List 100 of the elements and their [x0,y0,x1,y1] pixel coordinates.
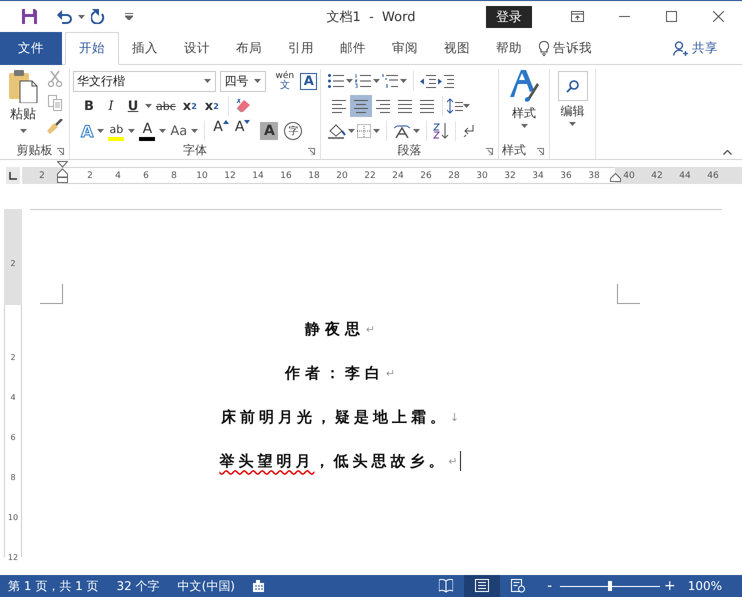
lightbulb-icon[interactable] [539,40,549,56]
zoom-out-button[interactable]: - [544,578,556,594]
numbering-icon[interactable] [355,74,371,88]
font-name-dropdown[interactable]: 华文行楷 [73,70,216,92]
caret-icon[interactable] [204,79,212,83]
enclose-characters-button[interactable]: 字 [284,122,302,140]
ruler-number: 44 [678,170,692,180]
font-size-dropdown[interactable]: 四号 [220,70,266,92]
maximize-icon[interactable] [666,11,677,22]
caret-icon[interactable] [145,104,152,108]
caret-icon[interactable] [463,104,470,108]
caret-icon[interactable] [191,129,198,133]
paste-button[interactable]: 粘贴 [8,69,38,123]
asian-layout-icon[interactable] [393,124,411,138]
increase-indent-icon[interactable] [438,74,454,88]
close-icon[interactable] [713,11,724,22]
ribbon-tab[interactable]: 审阅 [379,32,431,65]
caret-icon[interactable] [97,129,104,133]
shrink-font-button[interactable]: A [232,120,252,142]
ruler-number: 24 [391,170,405,180]
caret-icon[interactable] [20,129,27,133]
undo-icon[interactable] [57,10,72,24]
paintbrush-icon[interactable] [46,119,63,134]
person-add-icon[interactable] [673,40,688,56]
ribbon-tab[interactable]: 设计 [171,32,223,65]
ribbon-display-icon[interactable] [571,11,584,22]
paragraph-mark-icon[interactable] [462,125,474,137]
zoom-in-button[interactable]: + [664,578,676,594]
customize-icon[interactable] [125,13,133,20]
ribbon-tab[interactable]: 帮助 [483,32,535,65]
caret-icon[interactable] [254,79,262,83]
caret-icon[interactable] [373,129,380,133]
bullets-icon[interactable] [328,74,344,88]
right-indent-marker[interactable] [610,173,621,182]
ribbon-tab[interactable]: 布局 [223,32,275,65]
tab-stop-icon[interactable] [9,172,17,180]
dialog-launcher-icon[interactable] [308,148,315,155]
window-title: 文档1 - Word [326,8,416,26]
ruler-number: 42 [650,170,664,180]
caret-icon[interactable] [400,79,407,83]
borders-icon[interactable] [357,124,371,138]
shading-bucket-icon[interactable] [328,123,346,139]
share-button[interactable]: 共享 [692,40,718,56]
caret-icon[interactable] [348,129,355,133]
indent-marker[interactable] [57,161,68,183]
caret-icon[interactable] [413,129,420,133]
ruler-number: 28 [447,170,461,180]
slider-thumb[interactable] [608,581,612,591]
underline-button[interactable]: U [123,96,143,116]
caret-icon[interactable] [346,79,353,83]
ribbon-tab[interactable]: 开始 [65,32,119,65]
word-count[interactable]: 32 个字 [116,578,160,594]
character-border-button[interactable]: A [300,72,317,90]
superscript-button[interactable]: x$^{2}$ [202,96,222,116]
font-color-button[interactable]: A [137,120,158,142]
lines-icon [354,100,368,112]
collapse-ribbon-icon[interactable] [723,150,732,155]
grow-font-button[interactable]: A [211,120,231,142]
decrease-indent-icon[interactable] [420,74,436,88]
editing-button[interactable]: 编辑 [558,69,588,141]
paragraph-mark: ↵ [448,454,458,468]
print-layout-button[interactable] [464,575,500,597]
dialog-launcher-icon[interactable] [57,148,64,155]
dialog-launcher-icon[interactable] [486,148,493,155]
ribbon-tab[interactable]: 视图 [431,32,483,65]
text-effects-button[interactable]: A [79,120,96,142]
caret-icon[interactable] [569,122,576,126]
zoom-level[interactable]: 100% [688,579,722,593]
phonetic-guide-button[interactable]: wén 文 [274,72,296,90]
caret-icon[interactable] [373,79,380,83]
change-case-button[interactable]: Aa [168,120,190,142]
redo-icon[interactable] [91,9,105,24]
page-icon [474,579,489,593]
caret-icon[interactable] [128,129,136,133]
ruler-number: 18 [307,170,321,180]
caret-icon[interactable] [159,129,166,133]
eraser-icon[interactable] [234,98,251,114]
tell-me-field[interactable]: 告诉我 [553,40,592,56]
strikethrough-button[interactable]: abc [154,96,178,116]
ruler-number: 8 [170,170,178,180]
language[interactable]: 中文(中国) [178,578,235,594]
group-label: 剪贴板 [16,142,52,158]
multilevel-list-icon[interactable] [382,74,398,88]
ribbon-tab[interactable]: 插入 [119,32,171,65]
styles-button[interactable]: 样式 [509,69,539,141]
highlight-button[interactable]: ab [106,120,126,142]
character-shading-button[interactable]: A [260,122,278,140]
sign-in-button[interactable]: 登录 [486,6,532,28]
align-center-button[interactable] [350,95,372,117]
ribbon-tab[interactable]: 引用 [275,32,327,65]
line-spacing-icon[interactable] [447,98,463,114]
italic-button[interactable]: I [101,96,121,116]
caret-icon[interactable] [78,14,85,18]
sort-icon[interactable] [433,123,449,139]
dialog-launcher-icon[interactable] [537,148,544,155]
file-tab[interactable]: 文件 [0,32,62,65]
page-count[interactable]: 第 1 页，共 1 页 [8,578,99,594]
ribbon-tab[interactable]: 邮件 [327,32,379,65]
caret-icon[interactable] [520,124,528,128]
bold-button[interactable]: B [79,96,99,116]
